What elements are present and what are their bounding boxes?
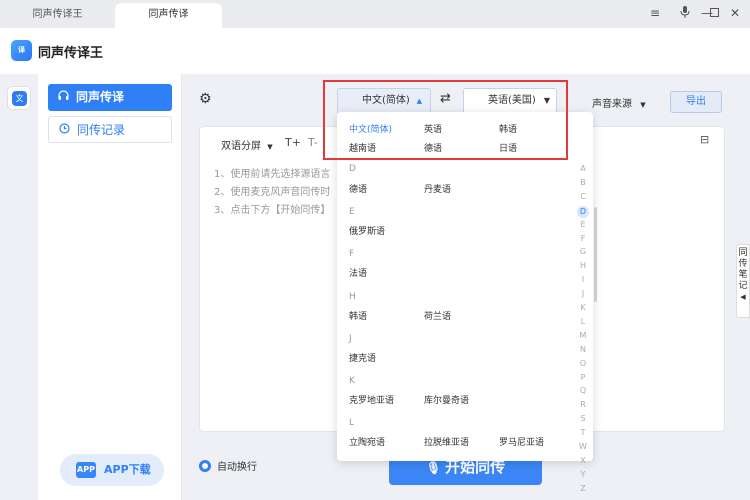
chevron-down-icon: ▼: [267, 143, 273, 151]
highlight-box: [323, 80, 568, 160]
alphabet-index-letter[interactable]: K: [577, 303, 589, 312]
audio-source-label: 声音来源: [592, 99, 632, 110]
app-logo-icon: 译: [11, 40, 32, 61]
export-button[interactable]: 导出: [670, 91, 722, 113]
instruction-line: 2、使用麦克风声音同传时: [214, 187, 331, 198]
alphabet-index-letter[interactable]: G: [577, 247, 589, 256]
maximize-button[interactable]: [707, 6, 721, 20]
group-letter: E: [349, 207, 355, 217]
app-icon: APP: [76, 462, 96, 478]
alphabet-index-letter[interactable]: R: [577, 400, 589, 409]
alphabet-index-letter[interactable]: Y: [577, 470, 589, 479]
microphone-icon: 🎙: [425, 461, 442, 475]
microphone-icon[interactable]: [678, 6, 692, 20]
language-dropdown: 中文(简体) 英语 韩语 越南语 德语 日语 D 德语 丹麦语 E 俄罗斯语 F…: [337, 112, 593, 493]
app-header: 译 同声传译王: [0, 28, 750, 74]
alphabet-index-letter[interactable]: M: [577, 331, 589, 340]
language-option[interactable]: 德语: [349, 182, 367, 195]
alphabet-index-letter[interactable]: F: [577, 234, 589, 243]
headphones-icon: [58, 84, 69, 111]
app-download-button[interactable]: APP APP下载: [60, 454, 164, 486]
clock-icon: [59, 117, 70, 144]
radio-checked-icon: [199, 460, 211, 472]
app-download-label: APP下载: [104, 463, 151, 476]
alphabet-index-letter[interactable]: Q: [577, 386, 589, 395]
collapse-icon[interactable]: ⊟: [700, 133, 709, 146]
alphabet-index-letter[interactable]: A: [577, 164, 589, 173]
notes-side-tab[interactable]: 同传笔记 ◀: [736, 244, 750, 318]
menu-icon[interactable]: ≡: [648, 6, 662, 20]
language-option[interactable]: 克罗地亚语: [349, 393, 394, 406]
group-letter: F: [349, 249, 355, 259]
language-option[interactable]: 俄罗斯语: [349, 224, 385, 237]
group-letter: H: [349, 292, 356, 302]
auto-wrap-label: 自动换行: [217, 462, 257, 473]
alphabet-index-letter[interactable]: C: [577, 192, 589, 201]
alphabet-index-letter[interactable]: I: [577, 275, 589, 284]
alphabet-index-letter[interactable]: J: [577, 289, 589, 298]
sidebar-item-simultaneous[interactable]: 同声传译: [48, 84, 172, 111]
alphabet-index-letter[interactable]: B: [577, 178, 589, 187]
group-letter: D: [349, 164, 356, 174]
alphabet-index-letter[interactable]: H: [577, 261, 589, 270]
group-letter: L: [349, 418, 355, 428]
sidebar: 同声传译 同传记录 APP APP下载: [38, 74, 182, 500]
group-letter: J: [349, 334, 352, 344]
sidebar-item-label: 同声传译: [76, 90, 125, 104]
alphabet-index-letter[interactable]: W: [577, 442, 589, 451]
instruction-line: 3、点击下方【开始同传】: [214, 205, 331, 216]
language-option[interactable]: 捷克语: [349, 351, 376, 364]
language-option[interactable]: 拉脱维亚语: [424, 435, 469, 448]
alphabet-index-letter[interactable]: T: [577, 428, 589, 437]
translate-module-icon[interactable]: 文: [7, 86, 31, 110]
left-strip: 文: [0, 74, 38, 500]
alphabet-index-letter[interactable]: P: [577, 373, 589, 382]
chevron-down-icon: ▼: [640, 101, 646, 109]
alphabet-index-letter[interactable]: L: [577, 317, 589, 326]
language-option[interactable]: 荷兰语: [424, 309, 451, 322]
tab-simultaneous-king[interactable]: 同声传译王: [0, 3, 115, 28]
alphabet-index-letter[interactable]: O: [577, 359, 589, 368]
language-option[interactable]: 罗马尼亚语: [499, 435, 544, 448]
font-decrease-button[interactable]: T-: [308, 136, 318, 149]
gear-icon[interactable]: ⚙: [199, 91, 212, 107]
close-button[interactable]: ✕: [728, 6, 742, 20]
language-option[interactable]: 库尔曼奇语: [424, 393, 469, 406]
split-mode-select[interactable]: 双语分屏 ▼: [221, 137, 273, 152]
language-option[interactable]: 立陶宛语: [349, 435, 385, 448]
font-increase-button[interactable]: T+: [285, 136, 301, 149]
dropdown-scrollbar[interactable]: [594, 207, 597, 302]
group-letter: K: [349, 376, 355, 386]
alphabet-index-letter[interactable]: Z: [577, 484, 589, 493]
tab-simultaneous-interpretation[interactable]: 同声传译: [115, 3, 222, 28]
chevron-left-icon: ◀: [740, 293, 746, 301]
audio-source-select[interactable]: 声音来源 ▼: [592, 95, 646, 110]
alphabet-index-letter[interactable]: E: [577, 220, 589, 229]
language-option[interactable]: 韩语: [349, 309, 367, 322]
alphabet-index-letter[interactable]: S: [577, 414, 589, 423]
auto-wrap-toggle[interactable]: 自动换行: [199, 458, 257, 473]
title-bar: 同声传译王 同声传译 ≡ — ✕: [0, 0, 750, 28]
language-option[interactable]: 丹麦语: [424, 182, 451, 195]
app-title: 同声传译王: [38, 46, 104, 61]
alphabet-index-letter[interactable]: N: [577, 345, 589, 354]
instruction-line: 1、使用前请先选择源语言: [214, 169, 331, 180]
split-mode-label: 双语分屏: [221, 141, 261, 152]
notes-side-tab-label: 同传笔记: [738, 248, 748, 291]
language-option[interactable]: 法语: [349, 266, 367, 279]
alphabet-index-letter[interactable]: X: [577, 456, 589, 465]
sidebar-item-records[interactable]: 同传记录: [48, 116, 172, 143]
sidebar-item-label: 同传记录: [77, 123, 126, 137]
alphabet-index-letter[interactable]: D: [577, 205, 589, 218]
